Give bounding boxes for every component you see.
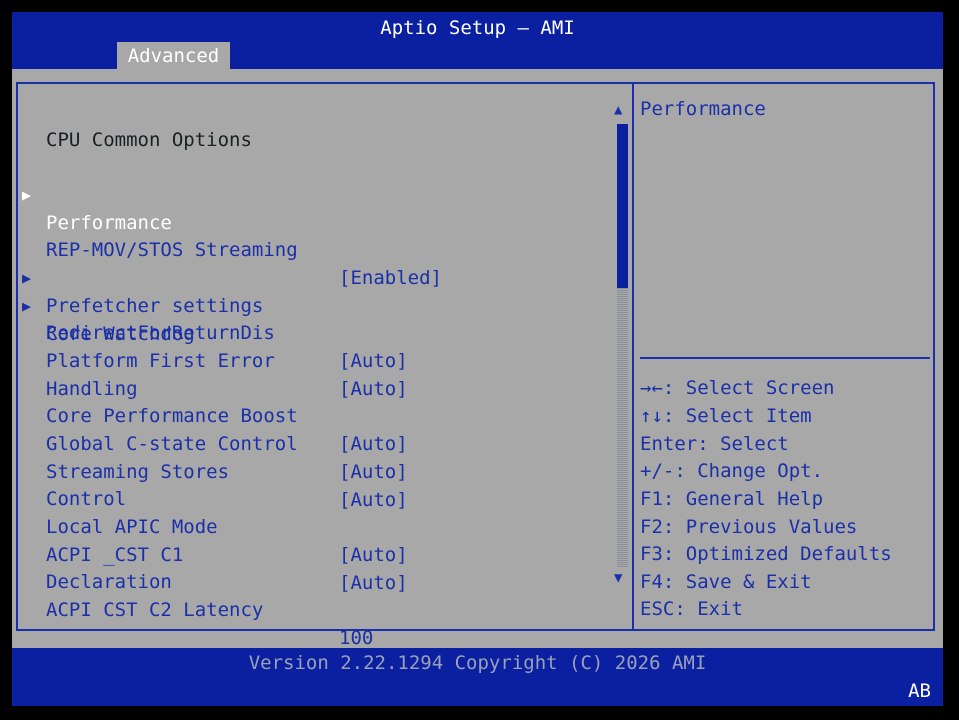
version-text: Version 2.22.1294 Copyright (C) 2026 AMI: [248, 652, 707, 674]
item-label: Prefetcher settings: [46, 295, 264, 317]
triangle-up-icon[interactable]: ▲: [614, 102, 622, 118]
item-label: ACPI _CST C1: [46, 544, 184, 566]
menu-item-acpi-cst-c1-cont: Declaration: [12, 540, 172, 593]
item-label: Core Performance Boost: [46, 405, 298, 427]
help-key-f1: F1: General Help: [640, 488, 824, 510]
help-key-f4: F4: Save & Exit: [640, 571, 812, 593]
item-value[interactable]: [Auto]: [339, 458, 408, 486]
menu-item-streaming-stores-cont: Control: [12, 457, 126, 510]
help-key-f3: F3: Optimized Defaults: [640, 543, 892, 565]
tab-advanced[interactable]: Advanced: [117, 42, 230, 71]
item-value[interactable]: [Enabled]: [339, 264, 442, 292]
menu-item-platform-first-error[interactable]: Platform First Error [Auto]: [12, 319, 408, 400]
footer-badge: AB: [908, 680, 931, 702]
help-key-enter: Enter: Select: [640, 433, 789, 455]
item-label: Global C-state Control: [46, 433, 298, 455]
menu-item-core-performance-boost[interactable]: Core Performance Boost [Auto]: [12, 374, 408, 455]
item-value[interactable]: [Auto]: [339, 430, 408, 458]
section-title-row: CPU Common Options: [12, 98, 252, 151]
item-label: Performance: [46, 212, 172, 234]
help-divider: [640, 357, 930, 359]
item-label: ACPI CST C2 Latency: [46, 599, 264, 621]
menu-item-streaming-stores[interactable]: Streaming Stores [Auto]: [12, 430, 408, 511]
item-label: REP-MOV/STOS Streaming: [46, 239, 298, 261]
item-label: Local APIC Mode: [46, 516, 218, 538]
help-key-change-opt: +/-: Change Opt.: [640, 460, 824, 482]
bios-window: Aptio Setup – AMI Advanced CPU Common Op…: [12, 12, 943, 706]
item-label-continued: Declaration: [46, 571, 172, 593]
menu-item-global-cstate[interactable]: Global C-state Control [Auto]: [12, 402, 408, 483]
item-label-continued: Handling: [46, 378, 138, 400]
menu-item-prefetcher[interactable]: ▶ Prefetcher settings: [12, 236, 263, 317]
item-value[interactable]: [Auto]: [339, 347, 408, 375]
item-label: RedirectForReturnDis: [46, 322, 275, 344]
app-title: Aptio Setup – AMI: [380, 17, 575, 39]
scrollbar-thumb[interactable]: [617, 124, 628, 288]
menu-item-acpi-cst-c2-latency[interactable]: ACPI CST C2 Latency 100: [12, 568, 373, 649]
section-title: CPU Common Options: [46, 129, 252, 151]
item-label: Platform First Error: [46, 350, 275, 372]
item-value[interactable]: [Auto]: [339, 375, 408, 403]
menu-item-acpi-cst-c1[interactable]: ACPI _CST C1 [Auto]: [12, 513, 408, 594]
item-value[interactable]: [Auto]: [339, 486, 408, 514]
help-key-esc: ESC: Exit: [640, 598, 743, 620]
menu-item-performance[interactable]: ▶ Performance: [12, 153, 172, 234]
menu-item-platform-first-error-cont: Handling: [12, 347, 138, 400]
triangle-down-icon[interactable]: ▼: [614, 570, 622, 586]
triangle-right-icon: ▶: [22, 186, 32, 204]
header-bar: Aptio Setup – AMI Advanced: [12, 12, 943, 71]
menu-item-redirect-for-return[interactable]: RedirectForReturnDis [Auto]: [12, 291, 408, 372]
menu-item-local-apic[interactable]: Local APIC Mode [Auto]: [12, 485, 408, 566]
help-key-select-screen: →←: Select Screen: [640, 377, 835, 399]
help-key-f2: F2: Previous Values: [640, 516, 858, 538]
help-title: Performance: [640, 98, 766, 120]
panel-divider: [632, 82, 634, 631]
item-label-continued: Control: [46, 488, 127, 510]
item-value[interactable]: [Auto]: [339, 541, 408, 569]
item-value[interactable]: [Auto]: [339, 569, 408, 597]
menu-item-core-watchdog[interactable]: ▶ Core Watchdog: [12, 264, 195, 345]
item-label: Streaming Stores: [46, 461, 230, 483]
menu-item-rep-mov-stos[interactable]: REP-MOV/STOS Streaming [Enabled]: [12, 208, 442, 289]
help-key-select-item: ↑↓: Select Item: [640, 405, 812, 427]
footer-bar: Version 2.22.1294 Copyright (C) 2026 AMI…: [12, 648, 943, 706]
